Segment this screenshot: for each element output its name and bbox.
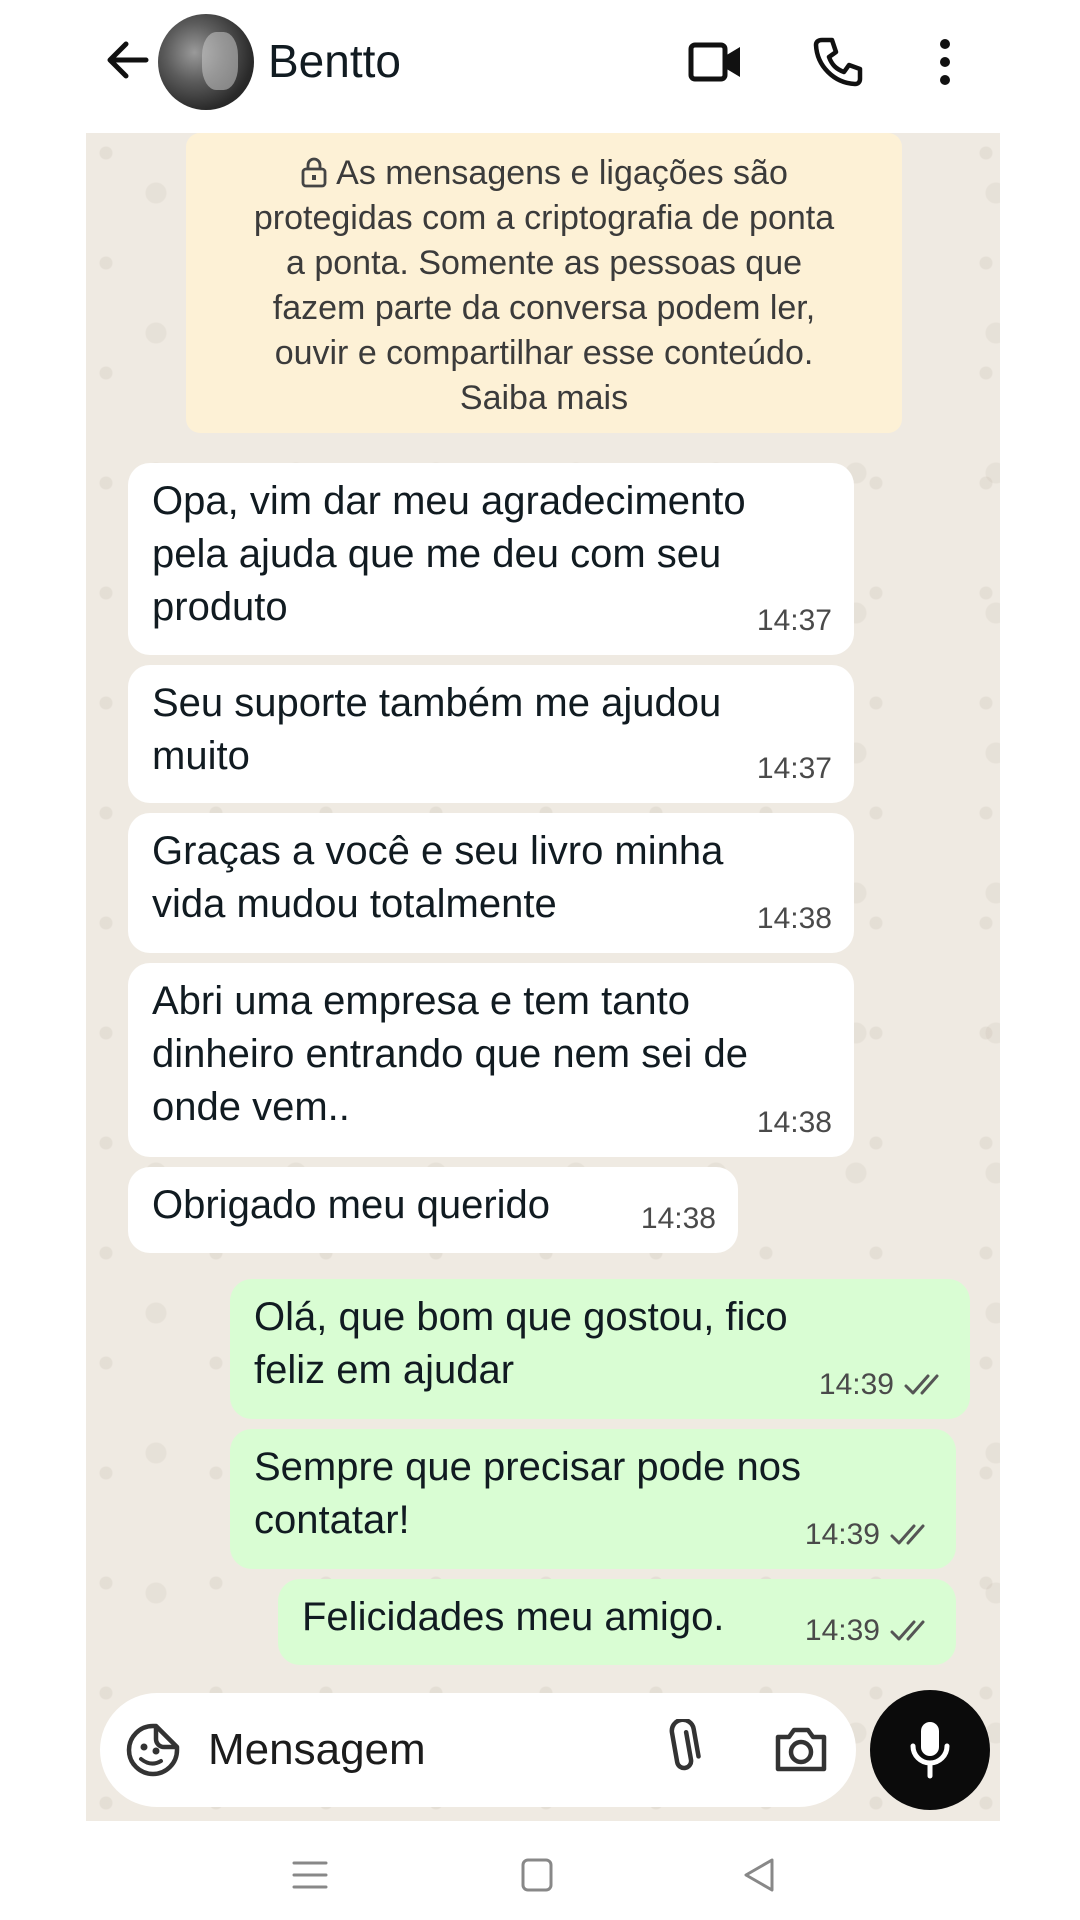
sticker-button[interactable] [124,1721,182,1779]
encryption-notice-line: fazem parte da conversa podem ler, [272,289,816,327]
video-call-button[interactable] [686,32,746,92]
message-text-line: Sempre que precisar pode nos [254,1445,801,1489]
encryption-notice-line: ouvir e compartilhar esse conteúdo. [274,334,814,372]
message-time: 14:39 [818,1368,894,1401]
recent-apps-button[interactable] [288,1855,332,1895]
more-vertical-icon [940,39,950,85]
chat-header: Bentto [0,0,1080,125]
message-time: 14:37 [756,752,832,785]
home-button[interactable] [514,1855,558,1895]
message-text-line: Graças a você e seu livro minha [152,829,724,873]
message-text-line: pela ajuda que me deu com seu [152,532,722,576]
contact-avatar[interactable] [158,14,254,110]
message-bubble-incoming[interactable]: Graças a você e seu livro minha vida mud… [128,813,854,953]
message-bubble-incoming[interactable]: Abri uma empresa e tem tanto dinheiro en… [128,963,854,1157]
double-check-icon [890,1620,925,1640]
message-text-line: Obrigado meu querido [152,1183,551,1227]
arrow-left-icon [107,41,149,79]
menu-lines-icon [292,1861,328,1889]
message-text-line: Seu suporte também me ajudou [152,681,722,725]
message-text-line: dinheiro entrando que nem sei de [152,1032,748,1076]
microphone-icon [910,1722,950,1779]
voice-message-button[interactable] [870,1690,990,1810]
attach-button[interactable] [656,1717,710,1779]
message-text-line: muito [152,734,250,778]
message-text-line: Olá, que bom que gostou, fico [254,1295,788,1339]
message-time: 14:39 [804,1614,880,1647]
message-bubble-incoming[interactable]: Opa, vim dar meu agradecimento pela ajud… [128,463,854,655]
message-bubble-incoming[interactable]: Obrigado meu querido 14:38 [128,1167,738,1253]
system-navigation-bar [0,1825,1080,1920]
encryption-notice[interactable]: As mensagens e ligações são protegidas c… [186,133,902,433]
back-button[interactable] [100,32,156,88]
square-icon [521,1858,553,1892]
message-input[interactable] [208,1721,628,1779]
message-text-line: Opa, vim dar meu agradecimento [152,479,746,523]
message-text-line: vida mudou totalmente [152,882,557,926]
voice-call-button[interactable] [808,32,868,92]
triangle-back-icon [744,1858,774,1892]
encryption-notice-line: a ponta. Somente as pessoas que [285,244,803,282]
double-check-icon [904,1374,939,1394]
camera-icon [775,1727,827,1772]
lock-icon [301,157,327,188]
encryption-notice-line: As mensagens e ligações são [208,151,880,196]
double-check-icon [890,1524,925,1544]
message-time: 14:37 [756,604,832,637]
more-options-button[interactable] [920,32,970,92]
paperclip-icon [669,1717,701,1771]
video-camera-icon [688,42,740,82]
message-time: 14:38 [756,1106,832,1139]
message-text-line: onde vem.. [152,1085,350,1129]
message-bubble-outgoing[interactable]: Olá, que bom que gostou, fico feliz em a… [230,1279,970,1419]
message-bubble-incoming[interactable]: Seu suporte também me ajudou muito 14:37 [128,665,854,803]
system-back-button[interactable] [738,1855,782,1895]
message-time: 14:38 [756,902,832,935]
message-time: 14:38 [640,1202,716,1235]
message-time: 14:39 [804,1518,880,1551]
message-composer [100,1693,856,1807]
encryption-notice-line: protegidas com a criptografia de ponta [253,199,835,237]
sticker-icon [126,1723,180,1777]
contact-name[interactable]: Bentto [268,34,401,88]
camera-button[interactable] [772,1721,830,1777]
message-bubble-outgoing[interactable]: Felicidades meu amigo. 14:39 [278,1579,956,1665]
message-bubble-outgoing[interactable]: Sempre que precisar pode nos contatar! 1… [230,1429,956,1569]
chat-area[interactable]: As mensagens e ligações são protegidas c… [86,133,1000,1821]
learn-more-link[interactable]: Saiba mais [208,376,880,421]
message-text-line: produto [152,585,288,629]
message-text-line: Abri uma empresa e tem tanto [152,979,691,1023]
phone-icon [813,37,863,87]
